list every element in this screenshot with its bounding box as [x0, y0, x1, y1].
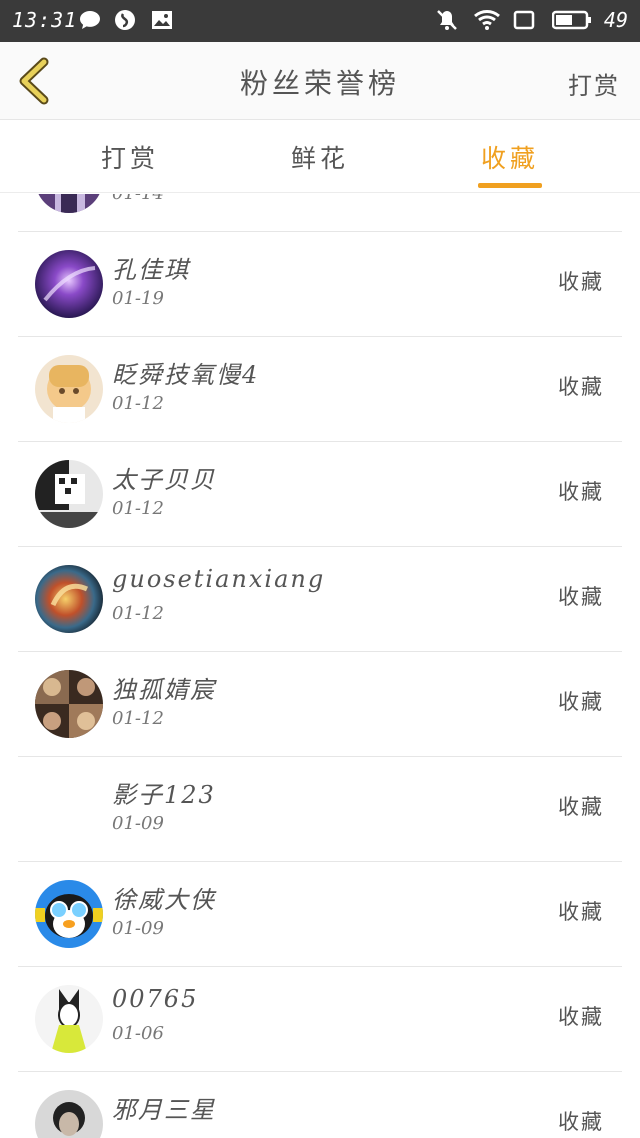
list-item[interactable]: 眨舜技氧慢4 01-12 收藏 — [18, 337, 622, 442]
active-tab-indicator — [478, 183, 542, 188]
favorite-date: 01-19 — [112, 288, 164, 309]
favorite-date: 01-06 — [112, 1023, 164, 1044]
tab-reward[interactable]: 打赏 — [60, 139, 200, 175]
favorite-date: 01-12 — [112, 393, 164, 414]
tab-bar: 打赏 鲜花 收藏 — [0, 121, 640, 193]
avatar — [35, 194, 103, 213]
action-label: 收藏 — [558, 690, 604, 714]
user-name: guosetianxiang — [112, 565, 326, 593]
list-item[interactable]: 太子贝贝 01-12 收藏 — [18, 442, 622, 547]
avatar — [35, 670, 103, 738]
tab-favorites[interactable]: 收藏 — [440, 139, 580, 175]
list-item[interactable]: 孔佳琪 01-19 收藏 — [18, 232, 622, 337]
action-label: 收藏 — [558, 900, 604, 924]
action-label: 收藏 — [558, 585, 604, 609]
avatar — [35, 355, 103, 423]
wifi-icon — [474, 10, 500, 30]
list-item[interactable]: 邪月三星 收藏 — [18, 1072, 622, 1138]
page-title: 粉丝荣誉榜 — [239, 67, 400, 100]
battery-icon — [552, 10, 591, 30]
user-name: 00765 — [112, 985, 199, 1013]
chat-bubble-icon — [80, 11, 100, 29]
favorite-date: 01-14 — [112, 194, 164, 204]
user-name: 影子123 — [112, 781, 216, 809]
list-item[interactable]: 徐威大侠 01-09 收藏 — [18, 862, 622, 967]
list-item[interactable]: 影子123 01-09 收藏 — [18, 757, 622, 862]
favorite-date: 01-12 — [112, 498, 164, 519]
tab-flowers[interactable]: 鲜花 — [250, 139, 390, 175]
action-label: 收藏 — [558, 1005, 604, 1029]
avatar — [35, 460, 103, 528]
reward-button[interactable]: 打赏 — [568, 66, 620, 101]
fan-list[interactable]: 01-14 孔佳琪 01-19 收藏 眨舜技氧慢4 01-12 收藏 太子贝贝 … — [0, 194, 640, 1138]
action-label: 收藏 — [558, 480, 604, 504]
status-time: 13:31 — [12, 8, 78, 32]
avatar — [35, 250, 103, 318]
user-name: 徐威大侠 — [112, 886, 216, 914]
image-icon — [152, 11, 172, 29]
status-bar: 13:31 49 — [0, 0, 640, 42]
action-label: 收藏 — [558, 375, 604, 399]
user-name: 眨舜技氧慢4 — [112, 361, 260, 389]
mute-icon — [437, 10, 457, 30]
favorite-date: 01-09 — [112, 918, 164, 939]
navigation-bar: 粉丝荣誉榜 打赏 — [0, 42, 640, 120]
app-icon — [115, 10, 135, 30]
avatar — [35, 1090, 103, 1138]
favorite-date: 01-12 — [112, 603, 164, 624]
list-item[interactable]: 01-14 — [18, 194, 622, 232]
favorite-date: 01-09 — [112, 813, 164, 834]
list-item[interactable]: 00765 01-06 收藏 — [18, 967, 622, 1072]
user-name: 独孤婧宸 — [112, 676, 216, 704]
user-name: 孔佳琪 — [112, 256, 190, 284]
user-name: 太子贝贝 — [112, 466, 216, 494]
action-label: 收藏 — [558, 1110, 604, 1134]
user-name: 邪月三星 — [112, 1096, 216, 1124]
list-item[interactable]: guosetianxiang 01-12 收藏 — [18, 547, 622, 652]
action-label: 收藏 — [558, 795, 604, 819]
screen-icon — [513, 10, 535, 30]
avatar — [35, 985, 103, 1053]
list-item[interactable]: 独孤婧宸 01-12 收藏 — [18, 652, 622, 757]
avatar — [35, 880, 103, 948]
avatar — [35, 565, 103, 633]
favorite-date: 01-12 — [112, 708, 164, 729]
battery-level: 49 — [603, 8, 628, 32]
action-label: 收藏 — [558, 270, 604, 294]
